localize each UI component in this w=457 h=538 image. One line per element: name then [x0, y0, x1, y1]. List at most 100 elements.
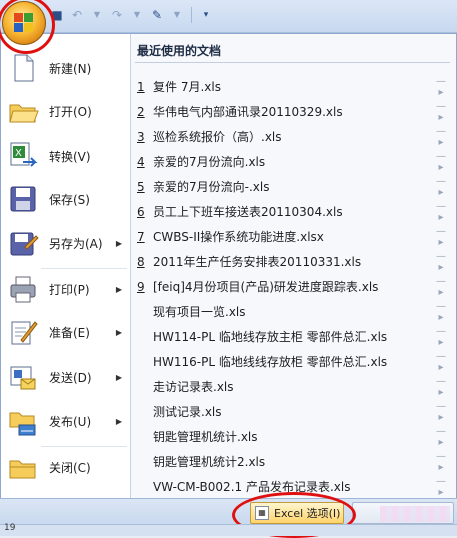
recent-document-item[interactable]: 2 华伟电气内部通讯录20110329.xls —▸ — [137, 99, 448, 124]
recent-document-item[interactable]: HW116-PL 临地线线存放柜 零部件总汇.xls —▸ — [137, 349, 448, 374]
menu-item-close[interactable]: 关闭(C) — [1, 447, 130, 487]
menu-item-save-as[interactable]: 另存为(A) ▶ — [1, 223, 130, 263]
recent-document-name: 华伟电气内部通讯录20110329.xls — [153, 105, 343, 119]
submenu-arrow-icon: ▶ — [115, 284, 122, 294]
submenu-arrow-icon: ▶ — [115, 238, 122, 248]
pin-icon[interactable]: —▸ — [434, 101, 448, 123]
pin-icon[interactable]: —▸ — [434, 201, 448, 223]
pin-icon[interactable]: —▸ — [434, 176, 448, 198]
recent-document-item[interactable]: 8 2011年生产任务安排表20110331.xls —▸ — [137, 249, 448, 274]
pin-icon[interactable]: —▸ — [434, 351, 448, 373]
recent-document-name: 员工上下班车接送表20110304.xls — [153, 205, 343, 219]
menu-item-new[interactable]: 新建(N) — [1, 48, 130, 88]
excel-options-button[interactable]: ▦ Excel 选项(I) — [250, 502, 344, 524]
menu-item-label: 保存(S) — [49, 192, 90, 207]
menu-item-send[interactable]: 发送(D) ▶ — [1, 357, 130, 397]
recent-document-name: 钥匙管理机统计.xls — [153, 430, 258, 444]
recent-document-name: 走访记录表.xls — [153, 380, 234, 394]
recent-documents-panel: 最近使用的文档 1 复件 7月.xls —▸ 2 华伟电气内部通讯录20110329.x… — [131, 34, 456, 518]
recent-document-number: 7 — [137, 229, 145, 244]
recent-document-item[interactable]: HW114-PL 临地线存放主柜 零部件总汇.xls —▸ — [137, 324, 448, 349]
recent-document-item[interactable]: 1 复件 7月.xls —▸ — [137, 74, 448, 99]
pin-icon[interactable]: —▸ — [434, 301, 448, 323]
pin-icon[interactable]: —▸ — [434, 276, 448, 298]
close-folder-icon — [7, 451, 39, 483]
redo-dropdown-icon[interactable]: ▼ — [128, 6, 146, 24]
recent-document-number: 2 — [137, 104, 145, 119]
recent-document-name: 2011年生产任务安排表20110331.xls — [153, 255, 362, 269]
menu-item-print[interactable]: 打印(P) ▶ — [1, 269, 130, 309]
pin-icon[interactable]: —▸ — [434, 251, 448, 273]
menu-item-label: 关闭(C) — [49, 460, 91, 475]
menu-item-label: 准备(E) — [49, 325, 90, 340]
open-folder-icon — [7, 95, 39, 127]
recent-document-name: 测试记录.xls — [153, 405, 222, 419]
excel-options-label: Excel 选项(I) — [274, 507, 341, 520]
pin-icon[interactable]: —▸ — [434, 226, 448, 248]
menu-item-label: 发送(D) — [49, 370, 92, 385]
recent-document-number: 5 — [137, 179, 145, 194]
recent-document-item[interactable]: 钥匙管理机统计.xls —▸ — [137, 424, 448, 449]
send-icon — [7, 361, 39, 393]
status-text: 19 — [4, 523, 16, 533]
recent-document-number: 4 — [137, 154, 145, 169]
recent-document-number: 6 — [137, 204, 145, 219]
recent-document-item[interactable]: 走访记录表.xls —▸ — [137, 374, 448, 399]
office-menu: 新建(N) 打开(O) X 转换(V) 保存(S) 另存为(A) ▶ 打印(P)… — [0, 33, 457, 519]
recent-document-name: 现有项目一览.xls — [153, 305, 246, 319]
recent-document-item[interactable]: 钥匙管理机统计2.xls —▸ — [137, 449, 448, 474]
save-icon[interactable]: ■ — [48, 6, 66, 24]
recent-document-name: 巡检系统报价（高）.xls — [153, 130, 282, 144]
recent-document-item[interactable]: VW-CM-B002.1 产品发布记录表.xls —▸ — [137, 474, 448, 499]
recent-document-name: 钥匙管理机统计2.xls — [153, 455, 266, 469]
toolbar-divider — [191, 7, 192, 23]
menu-item-publish[interactable]: 发布(U) ▶ — [1, 401, 130, 441]
menu-item-label: 发布(U) — [49, 414, 92, 429]
recent-document-item[interactable]: 现有项目一览.xls —▸ — [137, 299, 448, 324]
undo-icon[interactable]: ↶ — [68, 6, 86, 24]
customize-toolbar-icon[interactable]: ▾ — [197, 6, 215, 24]
menu-item-label: 另存为(A) — [49, 236, 103, 251]
printer-icon — [7, 273, 39, 305]
menu-item-label: 转换(V) — [49, 149, 91, 164]
recent-documents-heading: 最近使用的文档 — [137, 44, 222, 58]
pin-icon[interactable]: —▸ — [434, 426, 448, 448]
recent-document-item[interactable]: 4 亲爱的7月份流向.xls —▸ — [137, 149, 448, 174]
submenu-arrow-icon: ▶ — [115, 372, 122, 382]
recent-document-name: 亲爱的7月份流向.xls — [153, 155, 266, 169]
recent-document-name: 亲爱的7月份流向-.xls — [153, 180, 270, 194]
watermark — [380, 506, 450, 522]
menu-item-open[interactable]: 打开(O) — [1, 91, 130, 131]
menu-item-save[interactable]: 保存(S) — [1, 179, 130, 219]
new-document-icon — [7, 52, 39, 84]
pin-icon[interactable]: —▸ — [434, 126, 448, 148]
undo-dropdown-icon[interactable]: ▼ — [88, 6, 106, 24]
recent-document-name: VW-CM-B002.1 产品发布记录表.xls — [153, 480, 351, 494]
redo-icon[interactable]: ↷ — [108, 6, 126, 24]
prepare-icon — [7, 316, 39, 348]
recent-document-item[interactable]: 5 亲爱的7月份流向-.xls —▸ — [137, 174, 448, 199]
pin-icon[interactable]: —▸ — [434, 476, 448, 498]
menu-item-label: 打印(P) — [49, 282, 90, 297]
print-preview-icon[interactable]: ✎ — [148, 6, 166, 24]
submenu-arrow-icon: ▶ — [115, 327, 122, 337]
recent-document-name: HW114-PL 临地线存放主柜 零部件总汇.xls — [153, 330, 388, 344]
pin-icon[interactable]: —▸ — [434, 326, 448, 348]
recent-document-item[interactable]: 6 员工上下班车接送表20110304.xls —▸ — [137, 199, 448, 224]
recent-document-item[interactable]: 3 巡检系统报价（高）.xls —▸ — [137, 124, 448, 149]
pin-icon[interactable]: —▸ — [434, 376, 448, 398]
recent-document-item[interactable]: 7 CWBS-II操作系统功能进度.xlsx —▸ — [137, 224, 448, 249]
recent-document-item[interactable]: 测试记录.xls —▸ — [137, 399, 448, 424]
pin-icon[interactable]: —▸ — [434, 76, 448, 98]
heading-divider — [135, 62, 450, 63]
publish-icon — [7, 405, 39, 437]
pin-icon[interactable]: —▸ — [434, 151, 448, 173]
menu-item-convert[interactable]: X 转换(V) — [1, 136, 130, 176]
pin-icon[interactable]: —▸ — [434, 451, 448, 473]
pin-icon[interactable]: —▸ — [434, 401, 448, 423]
preview-dropdown-icon[interactable]: ▼ — [168, 6, 186, 24]
save-disk-icon — [7, 183, 39, 215]
menu-item-prepare[interactable]: 准备(E) ▶ — [1, 312, 130, 352]
recent-document-item[interactable]: 9 [feiq]4月份项目(产品)研发进度跟踪表.xls —▸ — [137, 274, 448, 299]
office-button[interactable] — [2, 1, 46, 45]
